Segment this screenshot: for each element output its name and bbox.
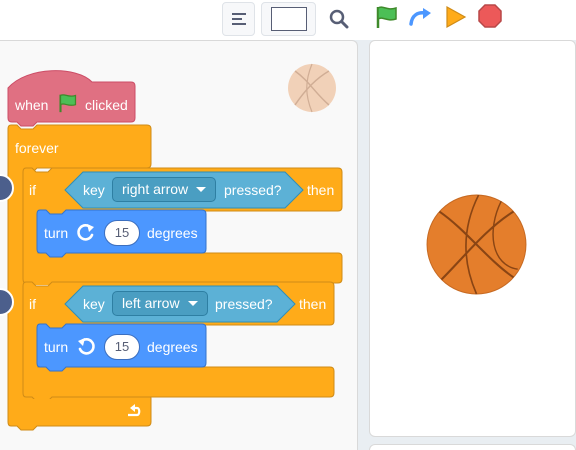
when-label: when xyxy=(15,97,49,113)
loop-arrow-icon xyxy=(128,404,141,417)
green-flag-icon xyxy=(59,94,77,113)
clicked-label: clicked xyxy=(85,97,128,113)
key-option-value: right arrow xyxy=(122,181,189,197)
turbo-arrow-icon[interactable] xyxy=(408,7,434,27)
key-dropdown[interactable]: right arrow xyxy=(112,177,216,202)
dropdown-caret-icon xyxy=(196,187,206,192)
then-label: then xyxy=(299,296,327,312)
list-view-button[interactable] xyxy=(222,2,255,36)
zoom-button[interactable] xyxy=(321,2,357,36)
pressed-label: pressed? xyxy=(224,182,282,198)
dropdown-caret-icon xyxy=(188,301,198,306)
then-label: then xyxy=(307,182,335,198)
pressed-label: pressed? xyxy=(215,296,273,312)
play-triangle-icon[interactable] xyxy=(445,5,467,29)
top-toolbar xyxy=(0,0,576,40)
small-stage-button[interactable] xyxy=(261,2,316,36)
stage-size-icon xyxy=(270,7,307,31)
key-option-value: left arrow xyxy=(122,295,180,311)
key-label: key xyxy=(83,296,105,312)
degrees-label: degrees xyxy=(147,225,198,241)
turn-label: turn xyxy=(44,339,69,355)
degrees-input[interactable]: 15 xyxy=(104,334,140,360)
magnifier-icon xyxy=(329,9,349,29)
degrees-label: degrees xyxy=(147,339,198,355)
green-flag-icon[interactable] xyxy=(374,5,400,29)
key-dropdown[interactable]: left arrow xyxy=(112,291,208,316)
stop-octagon-icon[interactable] xyxy=(478,4,502,28)
degrees-input[interactable]: 15 xyxy=(104,220,140,246)
turn-label: turn xyxy=(44,225,69,241)
rotate-counterclockwise-icon xyxy=(78,338,95,355)
rotate-clockwise-icon xyxy=(77,224,94,241)
basketball-sprite[interactable] xyxy=(425,193,528,296)
if-label: if xyxy=(29,296,36,312)
forever-label: forever xyxy=(15,140,59,156)
if-label: if xyxy=(29,182,36,198)
list-lines-icon xyxy=(231,13,246,25)
sprite-pane-edge xyxy=(369,444,576,450)
basketball-icon xyxy=(288,63,336,113)
key-label: key xyxy=(83,182,105,198)
